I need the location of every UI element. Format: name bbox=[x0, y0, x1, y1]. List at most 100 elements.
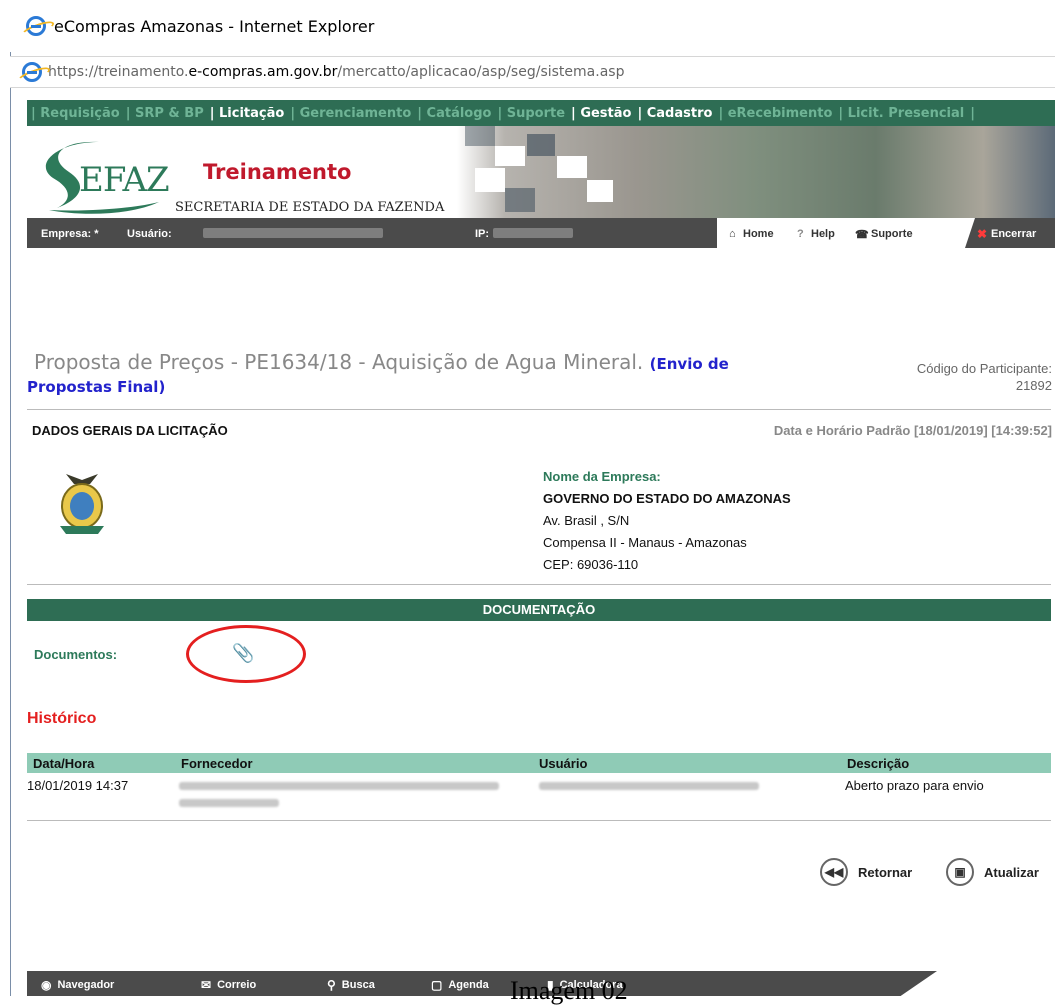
help-link[interactable]: Help bbox=[811, 228, 835, 240]
empresa-address: Av. Brasil , S/N bbox=[543, 513, 630, 528]
empresa-label: Nome da Empresa: bbox=[543, 469, 661, 484]
status-text-cont: Propostas Final) bbox=[27, 378, 166, 396]
redacted-user bbox=[203, 228, 383, 238]
usuario-label: Usuário: bbox=[127, 228, 172, 240]
topnav-item[interactable]: | Licitação bbox=[210, 106, 285, 121]
url-prefix: https://treinamento. bbox=[48, 64, 189, 80]
redacted-ip bbox=[493, 228, 573, 238]
busca-label: Busca bbox=[341, 979, 375, 991]
retornar-button[interactable]: ◀◀ Retornar bbox=[820, 858, 912, 886]
empresa-info: Nome da Empresa: GOVERNO DO ESTADO DO AM… bbox=[543, 466, 791, 576]
column-header: Data/Hora bbox=[33, 756, 95, 771]
data-horario-padrao: Data e Horário Padrão [18/01/2019] [14:3… bbox=[773, 423, 1052, 438]
column-header: Usuário bbox=[539, 756, 588, 771]
banner-square bbox=[557, 156, 587, 178]
table-row: 18/01/2019 14:37 Aberto prazo para envio bbox=[27, 775, 1051, 815]
logo-text: EFAZ bbox=[79, 160, 170, 200]
status-text: (Envio de bbox=[649, 355, 729, 373]
suporte-link[interactable]: Suporte bbox=[871, 228, 913, 240]
divider bbox=[27, 820, 1051, 821]
title-bar: eCompras Amazonas - Internet Explorer bbox=[10, 0, 1055, 52]
topnav-item[interactable]: | Suporte bbox=[497, 106, 565, 121]
topnav-item[interactable]: | Licit. Presencial bbox=[838, 106, 964, 121]
topnav-item[interactable]: | Catálogo bbox=[417, 106, 491, 121]
topnav-item[interactable]: | eRecebimento bbox=[718, 106, 832, 121]
busca-button[interactable]: ⚲ Busca bbox=[327, 978, 375, 992]
documentacao-header: DOCUMENTAÇÃO bbox=[27, 599, 1051, 621]
banner: EFAZ Treinamento SECRETARIA DE ESTADO DA… bbox=[27, 126, 1055, 218]
empresa-city: Compensa II - Manaus - Amazonas bbox=[543, 535, 747, 550]
close-icon: ✖ bbox=[977, 227, 988, 241]
banner-square bbox=[495, 146, 525, 166]
secretaria-subtitle: SECRETARIA DE ESTADO DA FAZENDA bbox=[175, 200, 445, 215]
topnav-item[interactable]: | SRP & BP bbox=[126, 106, 204, 121]
divider bbox=[27, 409, 1051, 410]
atualizar-label: Atualizar bbox=[984, 864, 1039, 880]
correio-button[interactable]: ✉ Correio bbox=[201, 978, 256, 992]
page-title: Proposta de Preços - PE1634/18 - Aquisiç… bbox=[34, 350, 729, 374]
site-header: | Requisição | SRP & BP | Licitação | Geren… bbox=[27, 100, 1055, 248]
codigo-value: 21892 bbox=[1015, 378, 1052, 393]
phone-icon: ☎ bbox=[855, 229, 869, 241]
codigo-label: Código do Participante: bbox=[916, 361, 1052, 376]
window-title: eCompras Amazonas - Internet Explorer bbox=[54, 16, 375, 36]
bottom-toolbar: ◉ Navegador ✉ Correio ⚲ Busca ▢ Agenda ▮ Calc… bbox=[27, 971, 937, 996]
correio-label: Correio bbox=[217, 979, 257, 991]
help-icon: ? bbox=[797, 228, 804, 240]
image-caption: Imagem 02 bbox=[510, 976, 628, 1005]
topnav-item[interactable]: | Gestão bbox=[571, 106, 631, 121]
home-link[interactable]: Home bbox=[743, 228, 774, 240]
internet-explorer-icon bbox=[22, 62, 42, 82]
atualizar-button[interactable]: ▣ Atualizar bbox=[946, 858, 1039, 886]
home-icon: ⌂ bbox=[729, 228, 736, 240]
treinamento-title: Treinamento bbox=[203, 160, 352, 184]
top-navigation: | Requisição | SRP & BP | Licitação | Geren… bbox=[27, 100, 1055, 126]
redacted-fornecedor bbox=[179, 782, 499, 790]
encerrar-label: Encerrar bbox=[991, 228, 1037, 240]
save-icon: ▣ bbox=[946, 858, 974, 886]
ip-label: IP: bbox=[475, 228, 490, 240]
internet-explorer-icon bbox=[26, 16, 46, 36]
topnav-item[interactable]: | bbox=[970, 106, 975, 121]
empresa-name: GOVERNO DO ESTADO DO AMAZONAS bbox=[543, 491, 791, 506]
banner-square bbox=[527, 134, 555, 156]
url-text[interactable]: https://treinamento.e-compras.am.gov.br/… bbox=[48, 64, 624, 80]
url-path: /mercatto/aplicacao/asp/seg/sistema.asp bbox=[337, 64, 625, 80]
banner-square bbox=[505, 188, 535, 212]
pin-icon: ⚲ bbox=[327, 978, 336, 992]
topnav-item[interactable]: | Requisição bbox=[31, 106, 120, 121]
cell-datahora: 18/01/2019 14:37 bbox=[27, 778, 129, 793]
agenda-label: Agenda bbox=[448, 979, 489, 991]
topnav-item[interactable]: | Cadastro bbox=[637, 106, 712, 121]
divider bbox=[27, 584, 1051, 585]
empresa-label: Empresa: * bbox=[41, 228, 99, 240]
globe-icon: ◉ bbox=[41, 978, 52, 992]
column-header: Descrição bbox=[847, 756, 910, 771]
agenda-button[interactable]: ▢ Agenda bbox=[431, 978, 489, 992]
rewind-icon: ◀◀ bbox=[820, 858, 848, 886]
retornar-label: Retornar bbox=[858, 864, 913, 880]
navegador-button[interactable]: ◉ Navegador bbox=[41, 978, 114, 992]
address-bar[interactable]: https://treinamento.e-compras.am.gov.br/… bbox=[10, 56, 1055, 88]
empresa-cep: CEP: 69036-110 bbox=[543, 557, 639, 572]
banner-square bbox=[475, 168, 505, 192]
dados-gerais-title: DADOS GERAIS DA LICITAÇÃO bbox=[32, 423, 228, 438]
cell-descricao: Aberto prazo para envio bbox=[845, 778, 984, 793]
calendar-icon: ▢ bbox=[431, 978, 443, 992]
navegador-label: Navegador bbox=[57, 979, 115, 991]
codigo-participante: Código do Participante: 21892 bbox=[917, 360, 1052, 394]
proposta-title: Proposta de Preços - PE1634/18 - Aquisiç… bbox=[34, 350, 644, 374]
highlight-circle bbox=[186, 625, 306, 683]
encerrar-button[interactable]: ✖ Encerrar bbox=[965, 218, 1055, 248]
redacted-usuario bbox=[539, 782, 759, 790]
banner-square bbox=[465, 126, 495, 146]
banner-square bbox=[587, 180, 613, 202]
topnav-item[interactable]: | Gerenciamento bbox=[290, 106, 411, 121]
documentos-label: Documentos: bbox=[34, 647, 118, 662]
column-header: Fornecedor bbox=[181, 756, 253, 771]
coat-of-arms-icon bbox=[60, 474, 104, 534]
historico-title: Histórico bbox=[27, 710, 97, 727]
redacted-fornecedor bbox=[179, 799, 279, 807]
historico-table-header: Data/Hora Fornecedor Usuário Descrição bbox=[27, 753, 1051, 773]
browser-window: eCompras Amazonas - Internet Explorer ht… bbox=[0, 0, 1055, 1005]
